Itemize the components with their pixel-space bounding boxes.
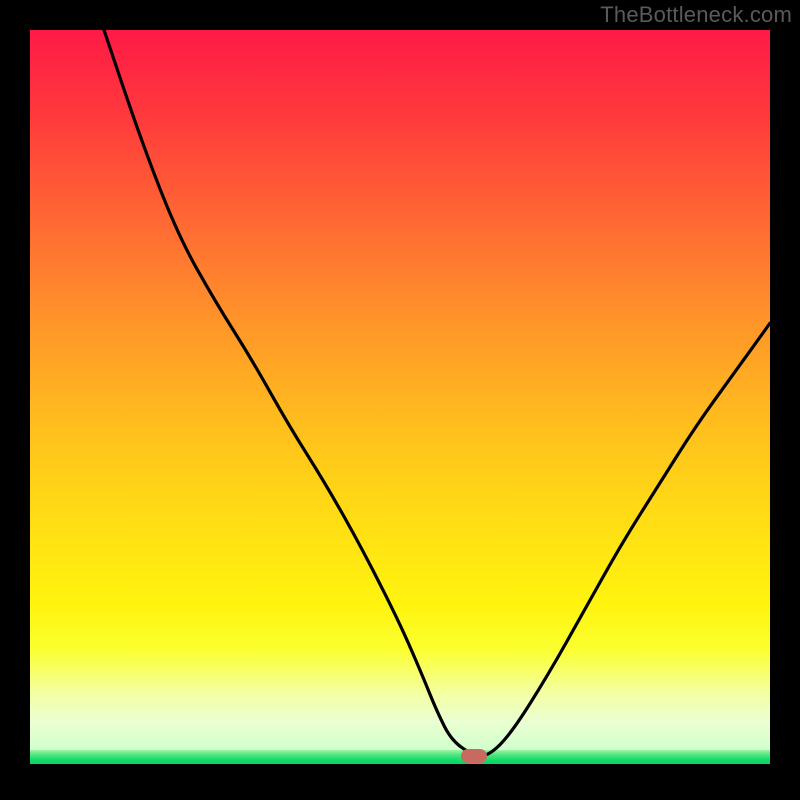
curve-svg <box>30 30 770 770</box>
plot-area <box>30 30 770 770</box>
optimum-marker <box>461 749 487 763</box>
chart-frame: TheBottleneck.com <box>0 0 800 800</box>
watermark-text: TheBottleneck.com <box>600 2 792 28</box>
bottleneck-curve <box>104 30 770 756</box>
